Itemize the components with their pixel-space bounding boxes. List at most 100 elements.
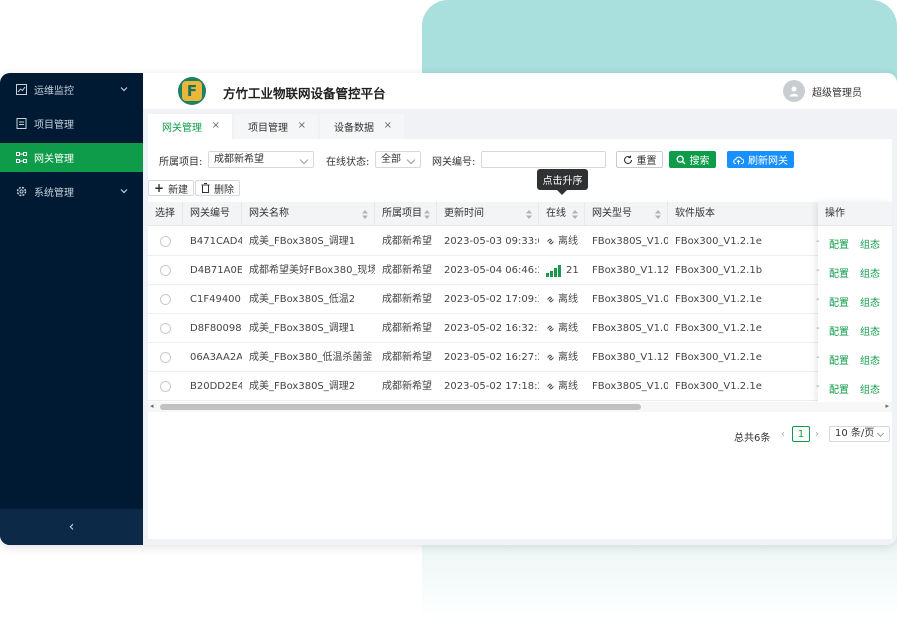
op-prefix: - — [816, 381, 820, 392]
configure-link[interactable]: 配置 — [829, 381, 849, 396]
configure-link[interactable]: 配置 — [829, 323, 849, 338]
link-broken-icon — [547, 354, 554, 361]
cell-time: 2023-05-02 17:18:24 — [444, 381, 539, 392]
app-title: 方竹工业物联网设备管控平台 — [223, 86, 386, 101]
sort-icon — [655, 210, 661, 219]
online-status-cell: 21 — [539, 256, 585, 285]
row-select-radio[interactable] — [160, 294, 171, 305]
column-header-gateway-no[interactable]: 网关编号 — [183, 202, 242, 226]
cell-time: 2023-05-02 16:27:28 — [444, 352, 539, 363]
close-icon[interactable]: × — [212, 120, 220, 131]
column-header-update-time[interactable]: 更新时间 — [437, 202, 539, 226]
cell-project: 成都新希望 — [382, 265, 432, 276]
sort-icon — [572, 210, 578, 219]
refresh-gateway-button[interactable]: 刷新网关 — [727, 151, 794, 168]
configuration-view-link[interactable]: 组态 — [860, 236, 880, 251]
cell-time: 2023-05-02 16:32:11 — [444, 323, 539, 334]
online-status-cell: 离线 — [539, 314, 585, 343]
cell-id: C1F49400 — [190, 294, 241, 305]
user-name[interactable]: 超级管理员 — [812, 84, 862, 99]
new-button[interactable]: + 新建 — [148, 180, 195, 196]
gateway-icon — [16, 152, 27, 163]
link-broken-icon — [547, 383, 554, 390]
column-header-gateway-name[interactable]: 网关名称 — [242, 202, 375, 226]
close-icon[interactable]: × — [298, 120, 306, 131]
gear-icon — [16, 186, 27, 197]
pagination-next-button[interactable]: › — [815, 429, 819, 440]
scroll-right-icon[interactable]: ▸ — [885, 402, 889, 410]
op-prefix: - — [816, 323, 820, 334]
row-select-radio[interactable] — [160, 265, 171, 276]
configure-link[interactable]: 配置 — [829, 294, 849, 309]
configuration-view-link[interactable]: 组态 — [860, 381, 880, 396]
tab-label: 网关管理 — [162, 123, 202, 134]
configure-link[interactable]: 配置 — [829, 352, 849, 367]
cell-id: B471CAD4 — [190, 236, 242, 247]
configuration-view-link[interactable]: 组态 — [860, 323, 880, 338]
cell-version: FBox300_V1.2.1e — [675, 236, 762, 247]
sidebar: 运维监控 项目管理 网关管理 系统管理 ‹ — [0, 73, 143, 545]
sidebar-item-gateway-management[interactable]: 网关管理 — [0, 143, 143, 172]
column-header-gateway-model[interactable]: 网关型号 — [585, 202, 668, 226]
cell-name: 成美_FBox380S_调理1 — [249, 323, 356, 334]
sidebar-item-project-management[interactable]: 项目管理 — [0, 109, 143, 138]
cell-model: FBox380S_V1.0b — [592, 323, 668, 334]
close-icon[interactable]: × — [384, 120, 392, 131]
status-select[interactable]: 全部 — [375, 151, 421, 168]
tab-device-data[interactable]: 设备数据 × — [320, 114, 404, 139]
configuration-view-link[interactable]: 组态 — [860, 294, 880, 309]
sidebar-item-label: 网关管理 — [34, 154, 74, 165]
user-icon — [789, 86, 799, 97]
configure-link[interactable]: 配置 — [829, 236, 849, 251]
column-header-project[interactable]: 所属项目 — [375, 202, 437, 226]
sort-tooltip: 点击升序 — [537, 169, 588, 190]
user-avatar[interactable] — [783, 80, 805, 102]
row-select-radio[interactable] — [160, 381, 171, 392]
delete-button[interactable]: 删除 — [195, 180, 240, 196]
sidebar-collapse-button[interactable]: ‹ — [0, 509, 143, 545]
tab-project-management[interactable]: 项目管理 × — [234, 114, 318, 139]
pagination-prev-button[interactable]: ‹ — [781, 429, 785, 440]
decorative-fade — [422, 540, 897, 618]
reset-button[interactable]: 重置 — [616, 151, 663, 168]
tab-gateway-management[interactable]: 网关管理 × — [148, 114, 232, 139]
cell-name: 成都希望美好FBox380_现场 — [249, 265, 375, 276]
cell-version: FBox300_V1.2.1e — [675, 381, 762, 392]
sidebar-item-label: 运维监控 — [34, 86, 74, 97]
tooltip-arrow — [557, 190, 567, 195]
trash-icon — [201, 183, 210, 193]
cell-project: 成都新希望 — [382, 381, 432, 392]
column-header-online[interactable]: 在线 — [539, 202, 585, 226]
sort-icon — [362, 210, 368, 219]
row-select-radio[interactable] — [160, 236, 171, 247]
page-size-select[interactable]: 10 条/页 — [829, 426, 890, 442]
cell-time: 2023-05-04 06:46:20 — [444, 265, 539, 276]
scrollbar-thumb[interactable] — [160, 404, 641, 410]
cell-model: FBox380S_V1.0b — [592, 294, 668, 305]
row-select-radio[interactable] — [160, 323, 171, 334]
pagination-page-1[interactable]: 1 — [792, 426, 810, 442]
online-status-cell: 离线 — [539, 227, 585, 256]
configuration-view-link[interactable]: 组态 — [860, 352, 880, 367]
offline-label: 离线 — [558, 323, 578, 334]
offline-label: 离线 — [558, 352, 578, 363]
cell-version: FBox300_V1.2.1e — [675, 352, 762, 363]
configuration-view-link[interactable]: 组态 — [860, 265, 880, 280]
online-status-cell: 离线 — [539, 285, 585, 314]
cell-id: B20DD2E4 — [190, 381, 242, 392]
project-select[interactable]: 成都新希望 — [208, 151, 314, 168]
row-select-radio[interactable] — [160, 352, 171, 363]
gateway-no-input[interactable] — [481, 151, 606, 168]
sidebar-item-ops-monitoring[interactable]: 运维监控 — [0, 75, 143, 104]
operations-column: 操作 - 配置 组态 - 配置 组态 - 配置 组态 - 配置 组态 - 配置 组态 - 配置 组态 — [816, 202, 892, 402]
pagination-total: 总共6条 — [734, 433, 771, 444]
configure-link[interactable]: 配置 — [829, 265, 849, 280]
search-button[interactable]: 搜索 — [669, 151, 716, 168]
sidebar-item-system-management[interactable]: 系统管理 — [0, 177, 143, 206]
top-header: F 方竹工业物联网设备管控平台 超级管理员 — [143, 73, 897, 109]
horizontal-scrollbar[interactable]: ◂ ▸ — [148, 402, 892, 412]
cell-model: FBox380_V1.12b — [592, 352, 668, 363]
cell-name: 成美_FBox380S_低温2 — [249, 294, 356, 305]
scroll-left-icon[interactable]: ◂ — [150, 402, 154, 410]
project-filter-label: 所属项目: — [159, 157, 203, 168]
